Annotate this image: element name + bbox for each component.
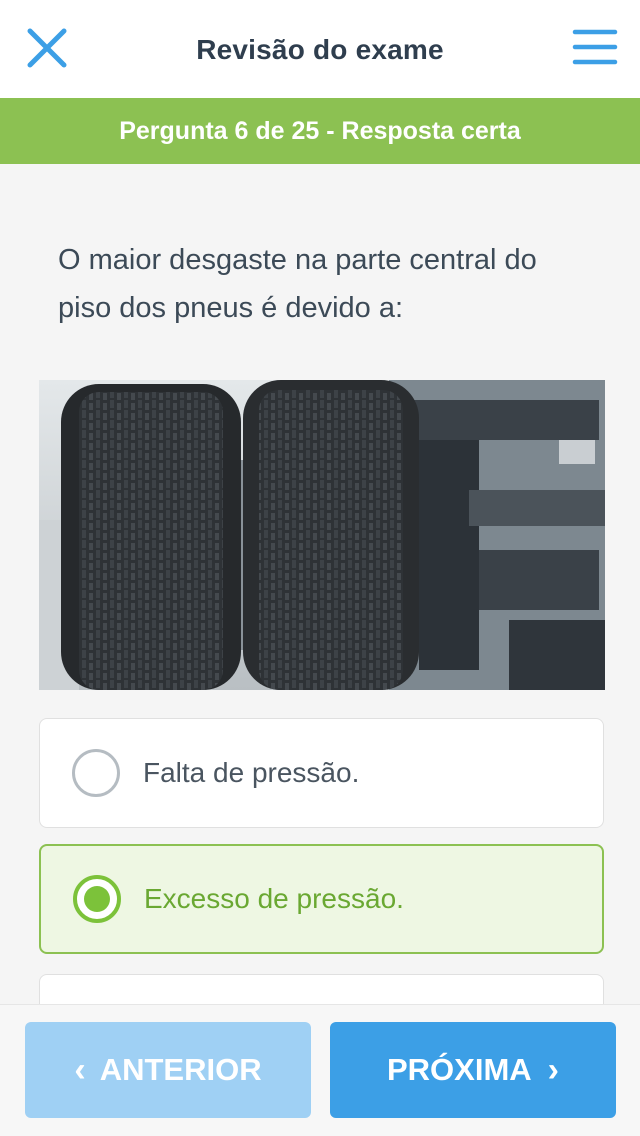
- answer-option-1[interactable]: Falta de pressão.: [39, 718, 604, 828]
- question-text: O maior desgaste na parte central do pis…: [58, 244, 537, 324]
- answer-option-label: Excesso de pressão.: [144, 883, 404, 914]
- answer-option-label: Falta de pressão.: [143, 757, 360, 788]
- menu-button[interactable]: [570, 26, 620, 72]
- radio-selected-icon: [73, 875, 121, 923]
- previous-button[interactable]: ‹ ANTERIOR: [25, 1022, 311, 1118]
- page-title: Revisão do exame: [196, 34, 444, 65]
- previous-button-label: ANTERIOR: [99, 1052, 262, 1087]
- chevron-left-icon: ‹: [74, 1050, 86, 1089]
- answer-status-banner: Pergunta 6 de 25 - Resposta certa: [0, 98, 640, 164]
- chevron-right-icon: ›: [547, 1050, 559, 1089]
- hamburger-menu-icon: [572, 29, 618, 65]
- answer-option-2-selected[interactable]: Excesso de pressão.: [39, 844, 604, 954]
- next-button-label: PRÓXIMA: [386, 1052, 532, 1087]
- next-button[interactable]: PRÓXIMA ›: [330, 1022, 616, 1118]
- app-header: Revisão do exame: [0, 0, 640, 98]
- question-image: [39, 380, 605, 690]
- radio-unselected-icon: [72, 749, 120, 797]
- navigation-footer: ‹ ANTERIOR PRÓXIMA ›: [0, 1004, 640, 1136]
